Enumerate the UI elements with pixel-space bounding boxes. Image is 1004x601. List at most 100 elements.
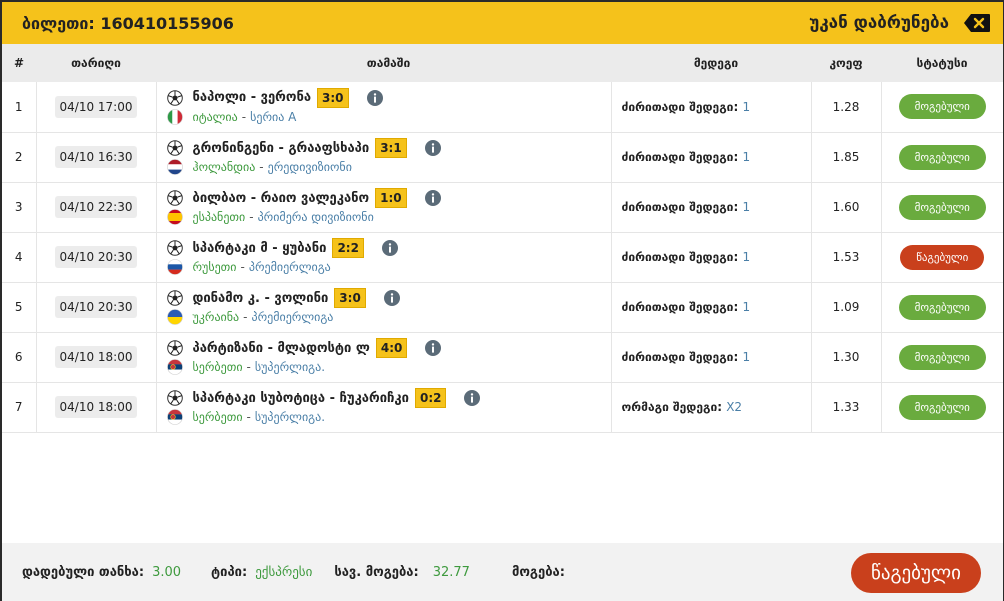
info-icon[interactable] bbox=[366, 89, 383, 106]
game-cell: ბილბაო - რაიო ვალეკანო 1:0 ესპანეთი - პრიმერ… bbox=[156, 182, 612, 232]
table-row: 4 04/10 20:30 სპარტაკი მ - ყუბანი 2:2 რუსეთი… bbox=[2, 232, 1003, 282]
status-cell: წაგებული bbox=[881, 232, 1003, 282]
info-icon[interactable] bbox=[383, 290, 400, 306]
table-row: 1 04/10 17:00 ნაპოლი - ვერონა 3:0 იტალია - სერ… bbox=[2, 82, 1003, 132]
col-date-header: თარიღი bbox=[71, 56, 121, 70]
bet-cell: ძირითადი შედეგი: 1 bbox=[611, 132, 812, 182]
bet-cell: ორმაგი შედეგი: X2 bbox=[611, 382, 812, 432]
score-badge: 3:1 bbox=[375, 138, 407, 158]
date-pill: 04/10 20:30 bbox=[54, 246, 138, 268]
ticket-id: ბილეთი: 160410155906 bbox=[22, 13, 234, 33]
match-teams[interactable]: ბილბაო - რაიო ვალეკანო bbox=[193, 191, 370, 206]
separator-dash: - bbox=[243, 310, 248, 324]
status-badge: მოგებული bbox=[898, 394, 986, 420]
type-label: ტიპი: bbox=[211, 564, 248, 580]
ticket-status-badge: წაგებული bbox=[851, 553, 981, 593]
game-cell: ნაპოლი - ვერონა 3:0 იტალია - სერია A bbox=[156, 82, 612, 132]
info-icon[interactable] bbox=[424, 140, 441, 156]
soccer-ball-icon bbox=[166, 290, 183, 306]
score-badge: 4:0 bbox=[375, 338, 408, 358]
spain-flag-icon bbox=[166, 209, 183, 225]
table-row: 2 04/10 16:30 გრონინგენი - გრააფსხაპი 3:1 ჰო… bbox=[2, 132, 1003, 182]
status-badge: მოგებული bbox=[898, 194, 986, 220]
league-name: სუპერლიგა. bbox=[254, 410, 326, 424]
table-row: 6 04/10 18:00 პარტიზანი - მლადოსტი ლ 4:0 სერ… bbox=[2, 332, 1003, 382]
row-number: 6 bbox=[2, 332, 37, 382]
league-name: სუპერლიგა. bbox=[254, 360, 326, 374]
soccer-ball-icon bbox=[166, 190, 183, 206]
win-label: მოგება: bbox=[511, 564, 565, 580]
league-name: პრემიერლიგა bbox=[251, 310, 334, 324]
col-status-header: სტატუსი bbox=[916, 56, 968, 70]
info-icon[interactable] bbox=[424, 190, 441, 206]
match-teams[interactable]: დინამო კ. - ვოლინი bbox=[193, 291, 329, 306]
game-cell: გრონინგენი - გრააფსხაპი 3:1 ჰოლანდია - ერედი… bbox=[156, 132, 612, 182]
soccer-ball-icon bbox=[166, 89, 183, 106]
row-number: 5 bbox=[2, 282, 37, 332]
match-teams[interactable]: ნაპოლი - ვერონა bbox=[193, 90, 312, 105]
match-teams[interactable]: გრონინგენი - გრააფსხაპი bbox=[193, 141, 370, 156]
russia-flag-icon bbox=[166, 259, 183, 275]
date-pill: 04/10 18:00 bbox=[54, 396, 138, 418]
status-badge: მოგებული bbox=[898, 144, 986, 170]
game-cell: სპარტაკი სუბოტიცა - ჩუკარიჩკი 0:2 სერბეთი -… bbox=[156, 382, 612, 432]
total-value: 32.77 bbox=[432, 564, 470, 580]
separator-dash: - bbox=[246, 410, 251, 424]
bet-label: ორმაგი შედეგი: bbox=[621, 400, 723, 414]
date-pill: 04/10 22:30 bbox=[54, 196, 138, 218]
bet-value: 1 bbox=[742, 350, 751, 364]
match-teams[interactable]: სპარტაკი მ - ყუბანი bbox=[193, 241, 327, 256]
col-num-header: # bbox=[13, 56, 25, 70]
game-cell: სპარტაკი მ - ყუბანი 2:2 რუსეთი - პრემიერლიგა bbox=[156, 232, 612, 282]
coef-value: 1.33 bbox=[811, 382, 882, 432]
country-name: იტალია bbox=[192, 109, 238, 124]
soccer-ball-icon bbox=[166, 140, 183, 156]
date-cell: 04/10 17:00 bbox=[36, 82, 157, 132]
bet-label: ძირითადი შედეგი: bbox=[621, 250, 739, 264]
soccer-ball-icon bbox=[166, 240, 183, 256]
country-name: სერბეთი bbox=[192, 410, 243, 424]
info-icon[interactable] bbox=[381, 240, 398, 256]
score-badge: 0:2 bbox=[414, 388, 447, 408]
status-cell: მოგებული bbox=[881, 182, 1003, 232]
country-name: ჰოლანდია bbox=[192, 160, 256, 174]
bet-label: ძირითადი შედეგი: bbox=[621, 200, 739, 214]
row-number: 2 bbox=[2, 132, 37, 182]
bet-cell: ძირითადი შედეგი: 1 bbox=[611, 82, 812, 132]
info-icon[interactable] bbox=[425, 340, 442, 356]
coef-value: 1.53 bbox=[811, 232, 882, 282]
row-number: 7 bbox=[2, 382, 37, 432]
date-pill: 04/10 17:00 bbox=[54, 95, 138, 118]
country-name: უკრაინა bbox=[192, 310, 240, 324]
league-name: ერედივიზიონი bbox=[267, 160, 352, 174]
netherlands-flag-icon bbox=[166, 159, 183, 175]
bet-label: ძირითადი შედეგი: bbox=[621, 150, 739, 164]
country-name: ესპანეთი bbox=[192, 210, 246, 224]
status-badge: მოგებული bbox=[898, 94, 986, 120]
date-cell: 04/10 18:00 bbox=[36, 332, 157, 382]
status-cell: მოგებული bbox=[881, 382, 1003, 432]
backspace-icon bbox=[964, 14, 990, 32]
bet-cell: ძირითადი შედეგი: 1 bbox=[611, 232, 812, 282]
date-pill: 04/10 20:30 bbox=[54, 296, 138, 318]
match-teams[interactable]: პარტიზანი - მლადოსტი ლ bbox=[193, 341, 370, 356]
league-name: პრიმერა დივიზიონი bbox=[257, 210, 374, 224]
table-row: 5 04/10 20:30 დინამო კ. - ვოლინი 3:0 უკრაინა… bbox=[2, 282, 1003, 332]
bet-cell: ძირითადი შედეგი: 1 bbox=[611, 332, 812, 382]
match-teams[interactable]: სპარტაკი სუბოტიცა - ჩუკარიჩკი bbox=[193, 391, 409, 406]
score-badge: 1:0 bbox=[375, 188, 407, 208]
bets-table: # თარიღი თამაში მედეგი კოეფ სტატუსი 1 04/… bbox=[2, 44, 1003, 433]
serbia-flag-icon bbox=[166, 409, 183, 425]
game-cell: დინამო კ. - ვოლინი 3:0 უკრაინა - პრემიერლიგა bbox=[156, 282, 612, 332]
date-pill: 04/10 18:00 bbox=[54, 346, 138, 368]
type-value: ექსპრესი bbox=[255, 564, 313, 580]
status-cell: მოგებული bbox=[881, 132, 1003, 182]
back-button[interactable]: უკან დაბრუნება bbox=[809, 13, 991, 33]
bet-value: X2 bbox=[726, 400, 743, 414]
col-bet-header: მედეგი bbox=[693, 56, 739, 70]
country-name: სერბეთი bbox=[192, 360, 243, 374]
bet-cell: ძირითადი შედეგი: 1 bbox=[611, 282, 812, 332]
row-number: 1 bbox=[2, 82, 37, 132]
info-icon[interactable] bbox=[464, 390, 481, 406]
date-cell: 04/10 20:30 bbox=[36, 282, 157, 332]
